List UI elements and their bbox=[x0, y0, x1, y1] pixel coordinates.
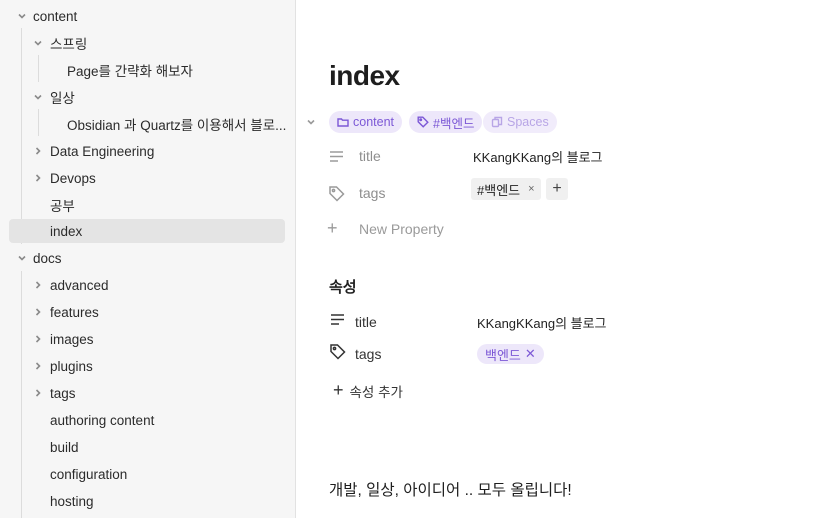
tree-file[interactable]: Obsidian 과 Quartz를 이용해서 블로... bbox=[50, 112, 287, 136]
tag-chip-label: #백엔드 bbox=[477, 182, 521, 198]
tree-folder-content[interactable]: content bbox=[10, 4, 284, 28]
properties-heading: 속성 bbox=[329, 279, 357, 296]
tree-item-label: Page를 간략화 해보자 bbox=[67, 64, 193, 79]
file-explorer-sidebar: content 스프링 Page를 간략화 해보자 일상 Obsidian 과 … bbox=[0, 0, 296, 518]
tag-chip-label: 백엔드 bbox=[485, 347, 521, 363]
plus-icon: + bbox=[333, 380, 344, 400]
tree-folder-spring[interactable]: 스프링 bbox=[26, 31, 284, 55]
add-property-button[interactable]: + 속성 추가 bbox=[333, 380, 403, 401]
chevron-right-icon bbox=[32, 360, 44, 372]
remove-tag-icon[interactable]: × bbox=[528, 183, 534, 195]
new-property-label: New Property bbox=[359, 220, 444, 237]
tree-file[interactable]: Page를 간략화 해보자 bbox=[50, 58, 284, 82]
remove-tag-icon[interactable]: ✕ bbox=[525, 346, 536, 362]
property-value[interactable]: KKangKKang의 블로그 bbox=[473, 147, 603, 166]
tree-folder-tags[interactable]: tags bbox=[26, 381, 284, 405]
chevron-right-icon bbox=[32, 172, 44, 184]
tree-item-label: 스프링 bbox=[50, 37, 88, 52]
tree-guide bbox=[38, 109, 39, 136]
tree-item-label: index bbox=[50, 223, 83, 239]
chevron-down-icon bbox=[16, 252, 28, 264]
plus-icon: + bbox=[327, 218, 338, 238]
property-key: title bbox=[355, 314, 377, 330]
add-property-label: 속성 추가 bbox=[349, 384, 403, 400]
folder-icon bbox=[337, 118, 349, 127]
tree-guide bbox=[21, 28, 22, 244]
chevron-right-icon bbox=[32, 387, 44, 399]
folder-pill-label: content bbox=[353, 115, 395, 129]
tree-file[interactable]: hosting bbox=[26, 489, 284, 513]
property-tags-row: tags bbox=[329, 343, 809, 365]
tag-icon bbox=[417, 116, 429, 128]
chevron-right-icon bbox=[32, 279, 44, 291]
property-key: title bbox=[359, 148, 381, 164]
chevron-down-icon[interactable] bbox=[306, 114, 320, 128]
tree-item-label: 공부 bbox=[50, 199, 75, 214]
tree-item-label: hosting bbox=[50, 493, 94, 509]
chevron-down-icon bbox=[32, 91, 44, 103]
tree-item-label: build bbox=[50, 439, 79, 455]
tag-pill-label: #백엔드 bbox=[433, 116, 475, 131]
property-key: tags bbox=[355, 346, 382, 362]
tag-chip[interactable]: 백엔드 ✕ bbox=[477, 344, 544, 364]
tree-folder-docs[interactable]: docs bbox=[10, 246, 284, 270]
tree-file[interactable]: build bbox=[26, 435, 284, 459]
tree-file[interactable]: authoring content bbox=[26, 408, 284, 432]
tree-folder-plugins[interactable]: plugins bbox=[26, 354, 284, 378]
tree-item-label: tags bbox=[50, 385, 76, 401]
tree-guide bbox=[21, 271, 22, 518]
tree-item-label: docs bbox=[33, 250, 62, 266]
tree-item-label: advanced bbox=[50, 277, 109, 293]
tag-pill[interactable]: #백엔드 bbox=[409, 111, 483, 133]
spaces-pill[interactable]: Spaces bbox=[483, 111, 557, 133]
property-title-row[interactable]: title KKangKKang의 블로그 bbox=[327, 144, 807, 168]
tags-icon bbox=[329, 343, 346, 365]
chevron-right-icon bbox=[32, 306, 44, 318]
property-key: tags bbox=[359, 185, 386, 201]
property-value[interactable]: KKangKKang의 블로그 bbox=[477, 313, 607, 332]
tree-item-label: configuration bbox=[50, 466, 128, 482]
tag-chip[interactable]: #백엔드 × bbox=[471, 178, 541, 200]
tree-item-label: images bbox=[50, 331, 94, 347]
tree-folder-advanced[interactable]: advanced bbox=[26, 273, 284, 297]
tree-item-label: features bbox=[50, 304, 99, 320]
tree-file[interactable]: 공부 bbox=[26, 193, 284, 217]
tree-file[interactable]: configuration bbox=[26, 462, 284, 486]
tree-item-label: 일상 bbox=[50, 91, 75, 106]
add-tag-button[interactable]: + bbox=[546, 178, 568, 200]
tree-item-label: Obsidian 과 Quartz를 이용해서 블로... bbox=[67, 118, 287, 133]
text-lines-icon bbox=[327, 147, 345, 165]
spaces-pill-label: Spaces bbox=[507, 115, 549, 129]
chevron-right-icon bbox=[32, 145, 44, 157]
tree-item-label: Devops bbox=[50, 170, 96, 186]
chevron-down-icon bbox=[32, 37, 44, 49]
tree-item-label: plugins bbox=[50, 358, 93, 374]
tree-file-index-active[interactable]: index bbox=[9, 219, 285, 243]
tags-icon bbox=[327, 184, 345, 202]
chevron-right-icon bbox=[32, 333, 44, 345]
tree-folder-data-engineering[interactable]: Data Engineering bbox=[26, 139, 284, 163]
folder-pill[interactable]: content bbox=[329, 111, 403, 133]
new-property-button[interactable]: + New Property bbox=[327, 218, 444, 239]
tree-item-label: content bbox=[33, 8, 78, 24]
tree-item-label: Data Engineering bbox=[50, 143, 155, 159]
tree-item-label: authoring content bbox=[50, 412, 155, 428]
copy-icon bbox=[491, 116, 503, 128]
property-title-row[interactable]: title KKangKKang의 블로그 bbox=[329, 311, 809, 333]
tree-folder-features[interactable]: features bbox=[26, 300, 284, 324]
tree-guide bbox=[38, 55, 39, 82]
tree-folder-daily[interactable]: 일상 bbox=[26, 85, 284, 109]
chevron-down-icon bbox=[16, 10, 28, 22]
tree-folder-devops[interactable]: Devops bbox=[26, 166, 284, 190]
page-title: index bbox=[329, 60, 400, 91]
editor-pane: index content #백엔드 Spaces title KKangKKa… bbox=[297, 0, 832, 518]
text-lines-icon bbox=[329, 311, 346, 333]
tree-folder-images[interactable]: images bbox=[26, 327, 284, 351]
note-body-text[interactable]: 개발, 일상, 아이디어 .. 모두 올립니다! bbox=[329, 478, 572, 500]
